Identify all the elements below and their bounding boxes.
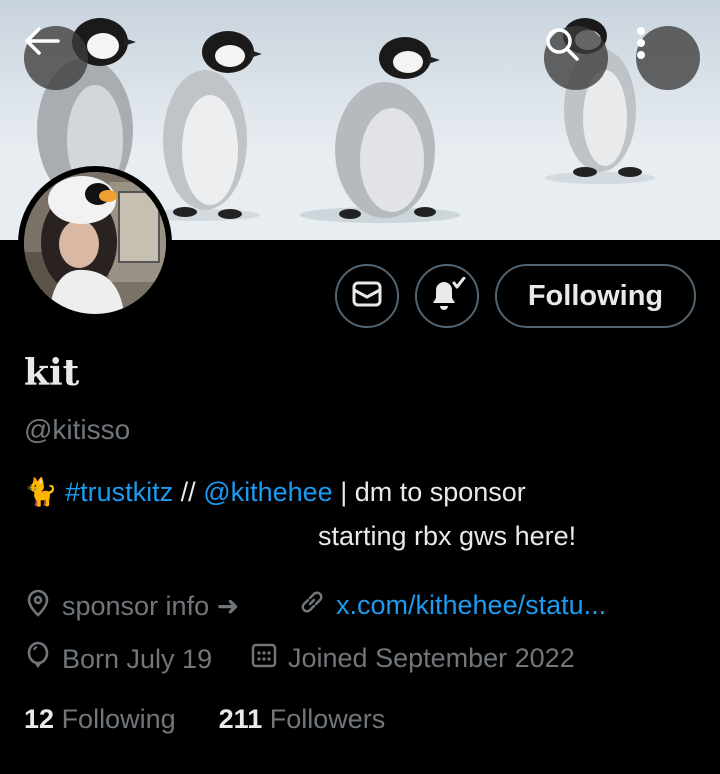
joined-text: Joined September 2022 [288,643,575,673]
birthday-text: Born July 19 [62,644,213,674]
bio-mention-link[interactable]: @kithehee [203,477,333,507]
followers-count: 211 [218,704,263,734]
location-item: sponsor info ➜ [24,588,239,625]
followers-label: Followers [269,704,386,734]
avatar-image [24,172,166,314]
bio-separator: // [173,477,204,507]
bio-line-2: starting rbx gws here! [318,521,577,551]
website-link[interactable]: x.com/kithehee/statu... [336,590,606,621]
location-text: sponsor info ➜ [62,591,240,621]
username-handle: @kitisso [24,414,131,445]
link-icon [298,588,336,623]
avatar[interactable] [18,166,172,320]
follow-stats: 12 Following 211 Followers [24,704,385,735]
more-options-button[interactable] [636,26,700,90]
envelope-icon [352,281,382,312]
back-button[interactable] [24,26,88,90]
calendar-icon [250,641,288,676]
website-item[interactable]: x.com/kithehee/statu... [298,588,606,623]
bio-hashtag-link[interactable]: #trustkitz [65,477,173,507]
display-name: kit [24,352,80,394]
joined-item: Joined September 2022 [250,641,575,676]
bio-divider: | [332,477,355,507]
cat-emoji: 🐈 [24,477,58,507]
bio-line-1: 🐈 #trustkitz // @kithehee | dm to sponso… [24,476,526,508]
following-count: 12 [24,704,55,734]
following-button-label: Following [527,279,664,312]
balloon-icon [24,641,62,678]
search-button[interactable] [544,26,608,90]
following-button[interactable]: Following [495,264,696,328]
bell-check-icon [428,276,466,316]
bio-text: dm to sponsor [354,477,526,507]
birthday-item: Born July 19 [24,641,212,678]
message-button[interactable] [335,264,399,328]
notifications-button[interactable] [415,264,479,328]
following-stat[interactable]: 12 Following [24,704,176,734]
following-label: Following [61,704,176,734]
followers-stat[interactable]: 211 Followers [219,704,386,734]
location-pin-icon [24,588,62,625]
